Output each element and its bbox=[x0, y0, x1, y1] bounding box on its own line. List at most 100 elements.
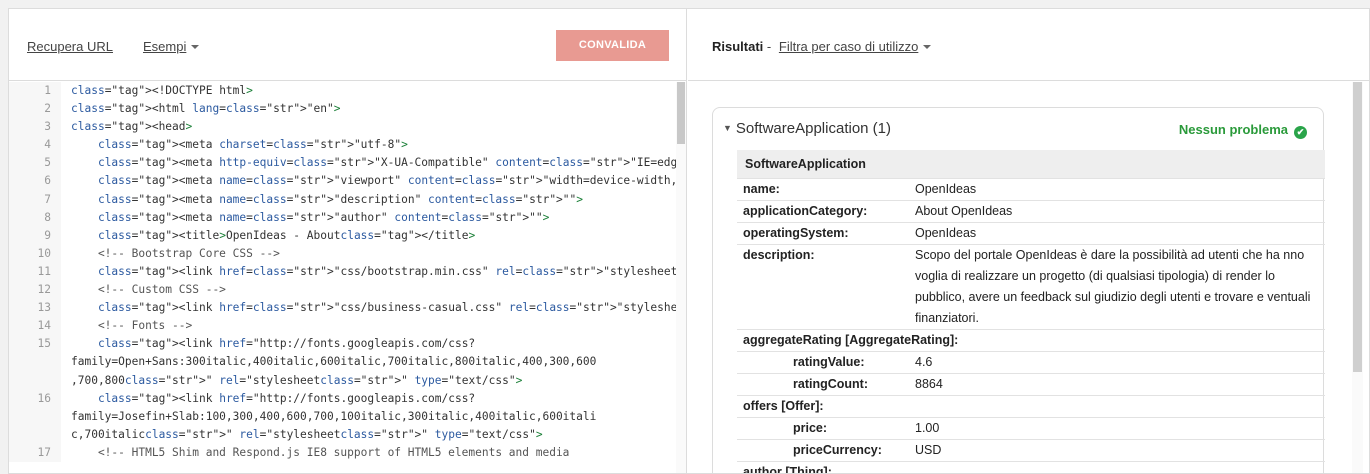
property-value: Scopo del portale OpenIdeas è dare la po… bbox=[915, 248, 1311, 325]
code-line[interactable]: c,700italicclass="str">" rel="stylesheet… bbox=[9, 425, 677, 444]
code-text: c,700italicclass="str">" rel="stylesheet… bbox=[71, 427, 543, 441]
code-text: class="tag"><!DOCTYPE html> bbox=[71, 84, 253, 97]
property-row: priceCurrency: USD bbox=[737, 439, 1325, 461]
code-line[interactable]: 13 class="tag"><link href=class="str">"c… bbox=[9, 299, 677, 318]
code-line[interactable]: 1 class="tag"><!DOCTYPE html> bbox=[9, 82, 677, 101]
chevron-down-icon bbox=[191, 45, 200, 49]
result-card: ▼ SoftwareApplication (1) Nessun problema… bbox=[712, 107, 1325, 473]
check-circle-icon: ✔ bbox=[1294, 126, 1307, 139]
code-line[interactable]: 4 class="tag"><meta charset=class="str">… bbox=[9, 136, 677, 155]
examples-label: Esempi bbox=[143, 39, 187, 54]
results-header: Risultati - Filtra per caso di utilizzo bbox=[712, 39, 932, 54]
line-number: 5 bbox=[9, 154, 61, 173]
results-separator: - bbox=[766, 39, 772, 54]
code-text: ,700,800class="str">" rel="stylesheetcla… bbox=[71, 373, 523, 387]
property-row: author [Thing]: bbox=[737, 461, 1325, 473]
code-line[interactable]: 17 <!-- HTML5 Shim and Respond.js IE8 su… bbox=[9, 443, 677, 462]
code-line[interactable]: 14 <!-- Fonts --> bbox=[9, 317, 677, 336]
line-number: 12 bbox=[9, 281, 61, 300]
line-number bbox=[9, 407, 61, 426]
property-name: offers [Offer]: bbox=[743, 399, 824, 413]
code-line[interactable]: 12 <!-- Custom CSS --> bbox=[9, 281, 677, 300]
line-number bbox=[9, 371, 61, 390]
code-text: class="tag"><link href=class="str">"css/… bbox=[97, 301, 677, 315]
code-text: class="tag"><link href="http://fonts.goo… bbox=[97, 337, 476, 351]
code-line[interactable]: 16 class="tag"><link href="http://fonts.… bbox=[9, 389, 677, 408]
result-card-header[interactable]: ▼ SoftwareApplication (1) Nessun problema… bbox=[713, 108, 1323, 148]
code-text: family=Open+Sans:300italic,400italic,600… bbox=[71, 355, 597, 369]
property-value: 8864 bbox=[915, 377, 943, 391]
line-number: 2 bbox=[9, 100, 61, 119]
result-card-title[interactable]: ▼ SoftwareApplication (1) bbox=[723, 120, 891, 137]
code-text: class="tag"><meta name=class="str">"view… bbox=[97, 174, 677, 188]
code-text: <!-- Bootstrap Core CSS --> bbox=[71, 246, 280, 260]
code-line[interactable]: 7 class="tag"><meta name=class="str">"de… bbox=[9, 190, 677, 209]
line-number: 3 bbox=[9, 118, 61, 137]
results-scrollbar[interactable] bbox=[1352, 82, 1363, 473]
line-number: 7 bbox=[9, 190, 61, 209]
property-row: ratingValue: 4.6 bbox=[737, 351, 1325, 373]
code-line[interactable]: ,700,800class="str">" rel="stylesheetcla… bbox=[9, 371, 677, 390]
code-line[interactable]: 3 class="tag"><head> bbox=[9, 118, 677, 137]
code-text: class="tag"><meta name=class="str">"auth… bbox=[97, 210, 550, 224]
code-text: class="tag"><link href=class="str">"css/… bbox=[97, 264, 677, 278]
line-number: 16 bbox=[9, 389, 61, 408]
code-line[interactable]: 2 class="tag"><html lang=class="str">"en"… bbox=[9, 100, 677, 119]
status-text: Nessun problema bbox=[1178, 122, 1288, 137]
code-panel: Recupera URL Esempi CONVALIDA 1 class="ta… bbox=[9, 9, 687, 473]
code-scrollbar-thumb[interactable] bbox=[677, 82, 685, 144]
examples-dropdown[interactable]: Esempi bbox=[143, 39, 200, 54]
line-number bbox=[9, 425, 61, 444]
code-text: class="tag"><head> bbox=[71, 120, 193, 134]
validator-frame: Recupera URL Esempi CONVALIDA 1 class="ta… bbox=[8, 8, 1370, 474]
code-editor[interactable]: 1 class="tag"><!DOCTYPE html> 2 class="tag"… bbox=[9, 82, 677, 473]
code-line[interactable]: 10 <!-- Bootstrap Core CSS --> bbox=[9, 244, 677, 263]
chevron-down-icon bbox=[923, 45, 932, 49]
code-text: family=Josefin+Slab:100,300,400,600,700,… bbox=[71, 409, 597, 423]
code-text: class="tag"><meta charset=class="str">"u… bbox=[97, 138, 408, 152]
results-scrollbar-thumb[interactable] bbox=[1353, 82, 1362, 372]
line-number: 11 bbox=[9, 262, 61, 282]
line-number: 15 bbox=[9, 335, 61, 354]
property-name: ratingValue: bbox=[793, 355, 865, 369]
code-line[interactable]: 15 class="tag"><link href="http://fonts.… bbox=[9, 335, 677, 354]
property-name: priceCurrency: bbox=[793, 443, 882, 457]
results-toolbar: Risultati - Filtra per caso di utilizzo bbox=[688, 9, 1369, 81]
code-line[interactable]: 8 class="tag"><meta name=class="str">"au… bbox=[9, 208, 677, 227]
line-number: 13 bbox=[9, 299, 61, 318]
filter-dropdown[interactable]: Filtra per caso di utilizzo bbox=[779, 39, 932, 54]
code-toolbar: Recupera URL Esempi CONVALIDA bbox=[9, 9, 686, 81]
fetch-url-link[interactable]: Recupera URL bbox=[27, 39, 113, 54]
property-name: description: bbox=[743, 248, 815, 262]
line-number: 8 bbox=[9, 208, 61, 227]
property-row: applicationCategory: About OpenIdeas bbox=[737, 200, 1325, 222]
type-header: SoftwareApplication bbox=[737, 150, 1325, 178]
line-number: 17 bbox=[9, 443, 61, 462]
code-line[interactable]: 6 class="tag"><meta name=class="str">"vi… bbox=[9, 172, 677, 191]
status-badge: Nessun problema ✔ bbox=[1179, 122, 1307, 139]
results-label: Risultati bbox=[712, 39, 764, 54]
code-line[interactable]: family=Josefin+Slab:100,300,400,600,700,… bbox=[9, 407, 677, 426]
code-text: <!-- Custom CSS --> bbox=[71, 283, 226, 297]
property-row: ratingCount: 8864 bbox=[737, 373, 1325, 395]
property-value: OpenIdeas bbox=[915, 226, 977, 240]
code-text: <!-- HTML5 Shim and Respond.js IE8 suppo… bbox=[71, 445, 570, 459]
code-line[interactable]: 5 class="tag"><meta http-equiv=class="st… bbox=[9, 154, 677, 173]
code-text: class="tag"><title>OpenIdeas - Aboutclas… bbox=[97, 228, 476, 242]
code-text: class="tag"><html lang=class="str">"en"> bbox=[71, 102, 341, 116]
property-name: name: bbox=[743, 182, 780, 196]
code-line[interactable]: 11 class="tag"><link href=class="str">"c… bbox=[9, 262, 677, 282]
line-number: 1 bbox=[9, 82, 61, 101]
property-value: OpenIdeas bbox=[915, 182, 977, 196]
code-line[interactable]: family=Open+Sans:300italic,400italic,600… bbox=[9, 353, 677, 372]
code-line[interactable]: 9 class="tag"><title>OpenIdeas - Aboutcl… bbox=[9, 226, 677, 245]
property-value: 4.6 bbox=[915, 355, 933, 369]
validate-button[interactable]: CONVALIDA bbox=[556, 30, 669, 61]
collapse-triangle-icon: ▼ bbox=[723, 123, 732, 133]
line-number: 6 bbox=[9, 172, 61, 191]
line-number bbox=[9, 353, 61, 372]
code-scrollbar[interactable] bbox=[676, 82, 686, 473]
property-row: operatingSystem: OpenIdeas bbox=[737, 222, 1325, 244]
code-text: class="tag"><meta http-equiv=class="str"… bbox=[97, 156, 677, 170]
property-row: price: 1.00 bbox=[737, 417, 1325, 439]
